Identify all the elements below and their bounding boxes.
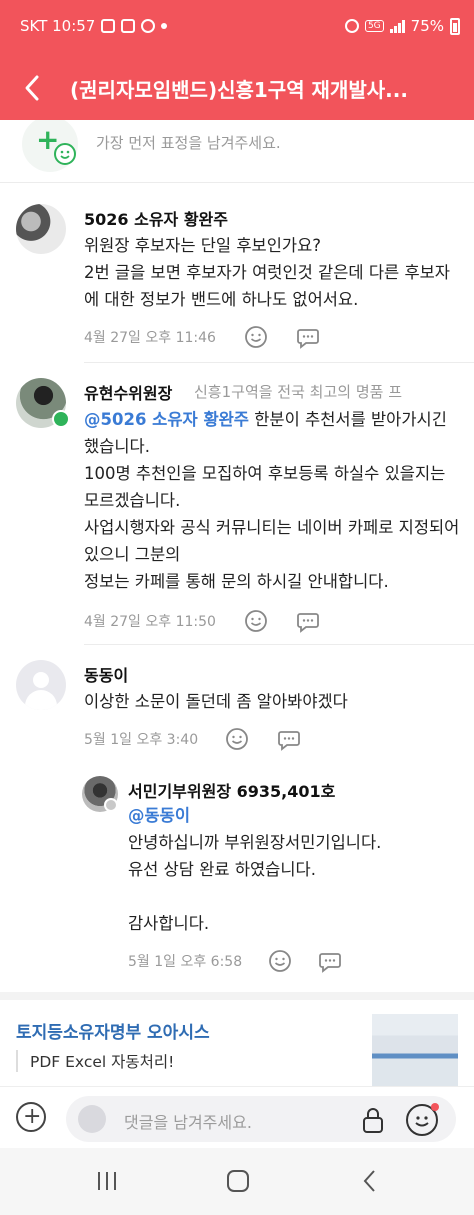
signal-icon — [389, 19, 405, 33]
sticker-button[interactable] — [406, 1103, 439, 1136]
system-nav-bar — [0, 1148, 474, 1215]
member-badge-icon — [104, 798, 118, 812]
add-reaction-button[interactable]: + — [22, 120, 78, 172]
reply-icon[interactable] — [318, 949, 342, 973]
reaction-prompt[interactable]: + 가장 먼저 표정을 남겨주세요. — [22, 120, 462, 176]
reaction-prompt-text: 가장 먼저 표정을 남겨주세요. — [96, 134, 281, 152]
emotion-icon[interactable] — [244, 609, 268, 633]
my-avatar — [78, 1105, 106, 1133]
reply-time: 5월 1일 오후 6:58 — [128, 954, 243, 970]
attach-button[interactable]: + — [16, 1102, 46, 1132]
comment-input[interactable]: 댓글을 남겨주세요. — [66, 1096, 456, 1142]
crown-badge-icon — [52, 410, 70, 428]
comment-item: 유현수위원장 신흥1구역을 전국 최고의 명품 프 @5026 소유자 황완주 … — [0, 364, 474, 644]
status-left: SKT 10:57 — [20, 17, 168, 35]
comment-body: @5026 소유자 황완주 한분이 추천서를 받아가시긴 했습니다. 100명 … — [84, 406, 460, 595]
alarm-icon — [141, 19, 156, 33]
back-button[interactable] — [10, 64, 54, 112]
comment-text: 한분이 추천서를 받아가시긴 했습니다. 100명 추천인을 모집하여 후보등록… — [84, 410, 460, 591]
comment-time: 5월 1일 오후 3:40 — [84, 732, 199, 748]
gallery-icon — [121, 19, 136, 33]
comment-input-bar: + 댓글을 남겨주세요. — [0, 1086, 474, 1148]
reply-author[interactable]: 서민기부위원장 6935,401호 — [128, 778, 335, 802]
battery-icon — [450, 17, 460, 35]
status-right: 5G 75% — [344, 17, 460, 35]
divider — [0, 182, 474, 183]
reply-icon[interactable] — [277, 727, 301, 751]
screen: SKT 10:57 5G 75% (권리자모임밴드)신흥1구역 재개발사... … — [0, 0, 474, 1215]
recent-apps-icon — [98, 1172, 116, 1190]
system-back-icon — [363, 1170, 375, 1192]
recent-apps-button[interactable] — [87, 1166, 127, 1196]
new-dot — [431, 1103, 439, 1111]
ad-thumbnail[interactable] — [372, 1014, 458, 1086]
divider — [84, 644, 474, 645]
comment-body: 위원장 후보자는 단일 후보인가요? 2번 글을 보면 후보자가 여럿인것 같은… — [84, 236, 450, 309]
comment-author[interactable]: 유현수위원장 — [84, 380, 172, 404]
status-bar: SKT 10:57 5G 75% — [0, 0, 474, 56]
comment-author[interactable]: 5026 소유자 황완주 — [84, 206, 228, 230]
reply-body: 안녕하십니까 부위원장서민기입니다. 유선 상담 완료 하였습니다. 감사합니다… — [128, 833, 382, 933]
avatar[interactable] — [16, 204, 66, 254]
comment-time: 4월 27일 오후 11:46 — [84, 330, 216, 346]
smile-icon — [54, 143, 76, 165]
comment-body: 이상한 소문이 돌던데 좀 알아봐야겠다 — [84, 692, 348, 711]
comment-list[interactable]: + 가장 먼저 표정을 남겨주세요. 5026 소유자 황완주 위원장 후보자는… — [0, 120, 474, 1086]
alarm-clock-icon — [344, 19, 359, 33]
mention-link[interactable]: @동동이 — [128, 806, 190, 825]
emotion-icon[interactable] — [225, 727, 249, 751]
ad-description: PDF Excel 자동처리! — [16, 1050, 174, 1072]
reply-mention: @동동이 — [128, 802, 458, 829]
divider — [84, 362, 474, 363]
mention-link[interactable]: @5026 소유자 황완주 — [84, 410, 249, 429]
comment-input-placeholder: 댓글을 남겨주세요. — [124, 1113, 252, 1132]
network-type: 5G — [364, 20, 384, 32]
reply-item: 서민기부위원장 6935,401호 @동동이 안녕하십니까 부위원장서민기입니다… — [0, 762, 474, 988]
notification-icon — [101, 19, 116, 33]
system-back-button[interactable] — [350, 1166, 390, 1196]
comment-time: 4월 27일 오후 11:50 — [84, 614, 216, 630]
comment-author[interactable]: 동동이 — [84, 662, 128, 686]
page-title: (권리자모임밴드)신흥1구역 재개발사... — [70, 78, 408, 102]
header: (권리자모임밴드)신흥1구역 재개발사... — [0, 56, 474, 120]
carrier-time: SKT 10:57 — [20, 17, 96, 35]
ad-banner[interactable]: 토지등소유자명부 오아시스 PDF Excel 자동처리! — [0, 992, 474, 1086]
home-icon — [227, 1170, 249, 1192]
back-arrow-icon — [25, 75, 39, 101]
lock-icon[interactable] — [358, 1105, 388, 1135]
emotion-icon[interactable] — [244, 325, 268, 349]
plus-icon: + — [23, 1104, 42, 1129]
reply-icon[interactable] — [296, 609, 320, 633]
emotion-icon[interactable] — [268, 949, 292, 973]
comment-item: 동동이 이상한 소문이 돌던데 좀 알아봐야겠다 5월 1일 오후 3:40 — [0, 646, 474, 762]
home-button[interactable] — [218, 1166, 258, 1196]
author-description: 신흥1구역을 전국 최고의 명품 프 — [194, 383, 403, 401]
avatar[interactable] — [16, 660, 66, 710]
battery-percent: 75% — [410, 17, 444, 35]
ad-title[interactable]: 토지등소유자명부 오아시스 — [16, 1018, 210, 1043]
reply-icon[interactable] — [296, 325, 320, 349]
more-notifications-icon — [161, 23, 168, 29]
